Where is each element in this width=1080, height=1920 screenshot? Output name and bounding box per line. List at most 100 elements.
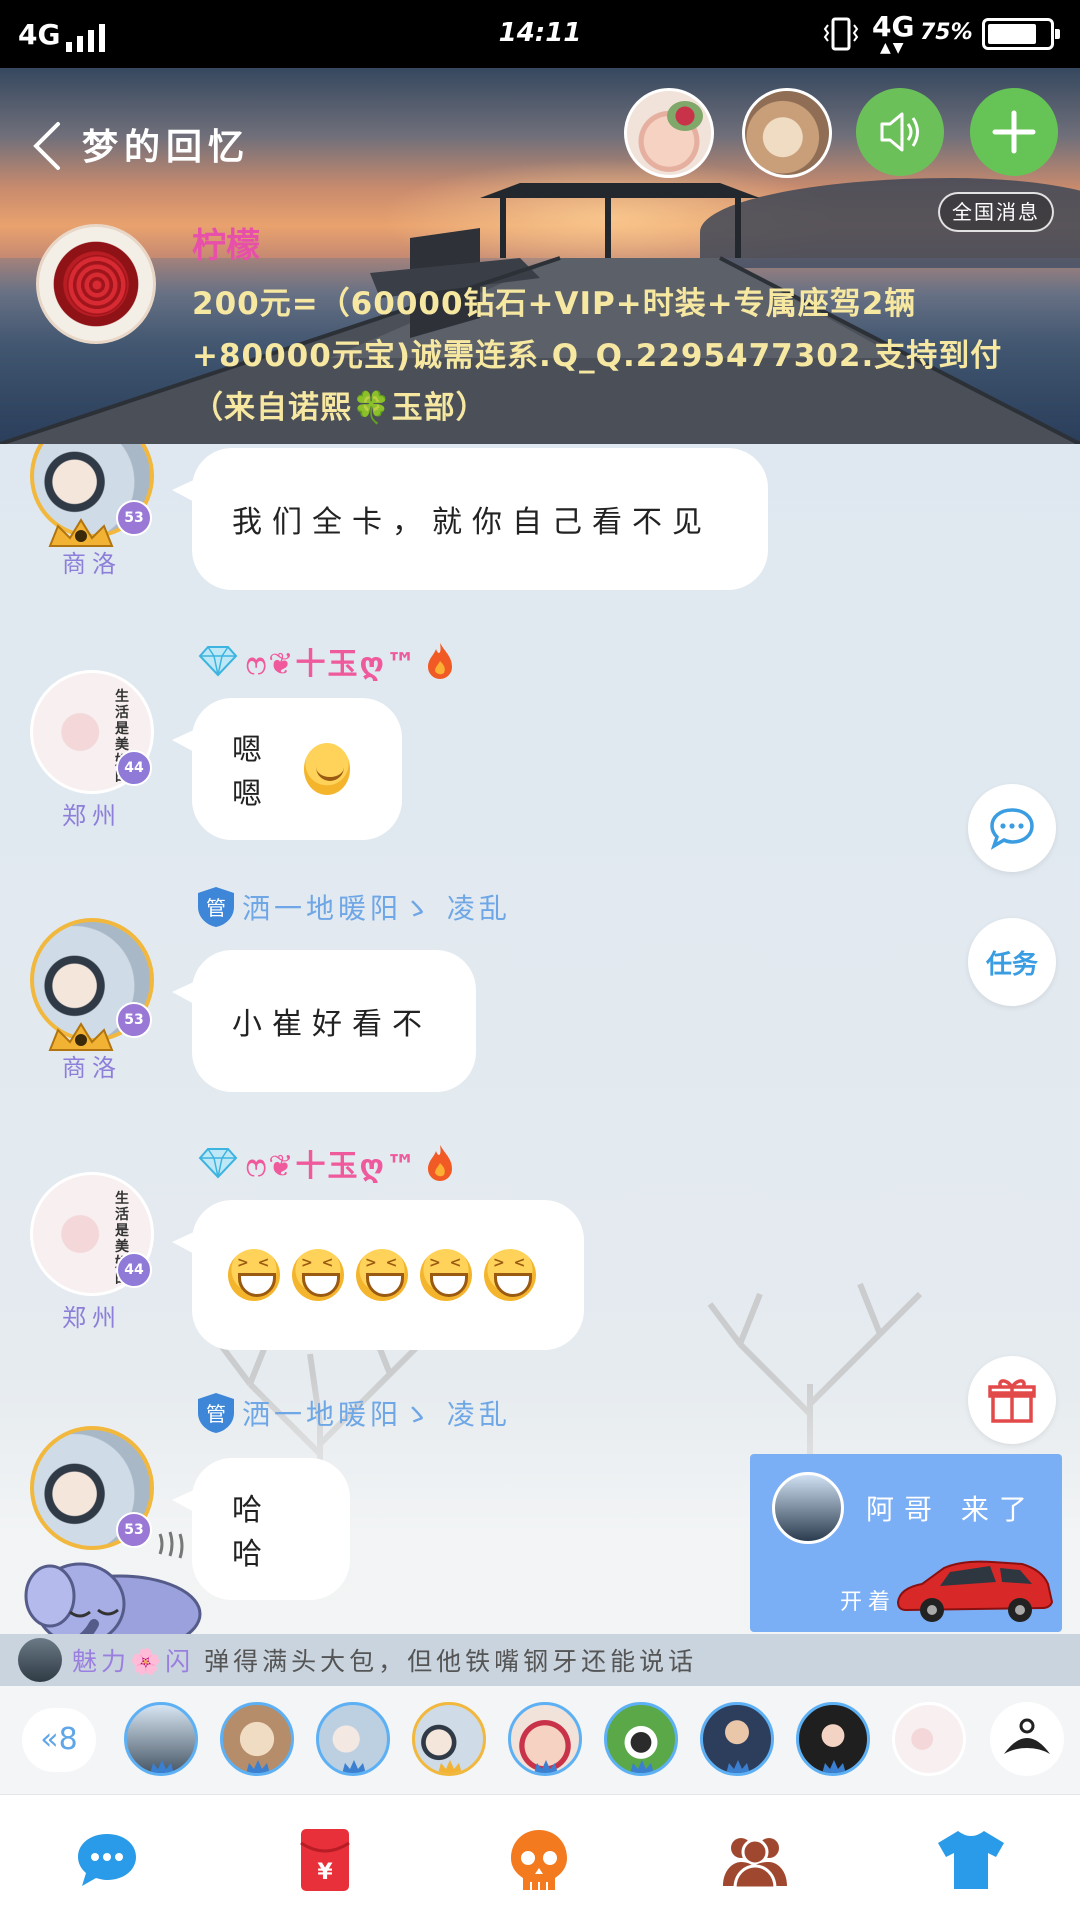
crown-badge-icon — [534, 1760, 558, 1773]
add-button[interactable] — [970, 88, 1058, 176]
level-badge: 53 — [116, 1002, 152, 1038]
level-badge: 44 — [116, 1252, 152, 1288]
notice-sender-name: 柠檬 — [192, 226, 260, 266]
crown-badge-icon — [438, 1760, 462, 1773]
notice-sender-avatar[interactable] — [36, 224, 156, 344]
online-user-avatar[interactable] — [604, 1702, 678, 1776]
online-user-avatar[interactable] — [700, 1702, 774, 1776]
back-icon[interactable] — [30, 120, 64, 172]
online-users-bar: «8 — [0, 1686, 1080, 1794]
smile-emoji-icon — [303, 743, 350, 795]
speaker-icon — [880, 112, 919, 152]
sender-city: 商洛 — [62, 550, 122, 578]
gift-icon — [988, 1379, 1036, 1423]
entry-drive-label: 开着 — [840, 1590, 897, 1615]
online-more-button[interactable] — [990, 1702, 1064, 1776]
svg-text:管: 管 — [206, 896, 226, 920]
message-sender[interactable]: ෆ❦十玉ღ™ — [196, 638, 456, 684]
svg-text:管: 管 — [206, 1402, 226, 1426]
costume-button[interactable] — [936, 1825, 1006, 1895]
online-user-avatar[interactable] — [892, 1702, 966, 1776]
task-button[interactable]: 任务 — [968, 918, 1056, 1006]
diamond-icon — [198, 1148, 238, 1179]
message-ticker[interactable]: 魅力🌸闪 弹得满头大包，但他铁嘴钢牙还能说话 — [0, 1634, 1080, 1686]
top-user-avatar-1[interactable] — [624, 88, 714, 178]
laugh-emoji-icon — [420, 1249, 472, 1301]
message-sender[interactable]: ෆ❦十玉ღ™ — [196, 1140, 456, 1186]
chat-bubble-button[interactable] — [968, 784, 1056, 872]
gift-button[interactable] — [968, 1356, 1056, 1444]
message-text: 哈哈 — [232, 1493, 272, 1572]
sender-name: 洒一地暖阳ゝ 凌乱 — [242, 1398, 511, 1431]
car-icon — [896, 1560, 1054, 1622]
admin-shield-icon: 管 — [198, 1393, 234, 1433]
chat-area[interactable]: 53 商洛 我们全卡，就你自己看不见 ෆ❦十玉ღ™ 44 郑州 嗯嗯 管 洒一地… — [0, 444, 1080, 1634]
room-header: 梦的回忆 全国消息 柠檬 200元=（60000钻石+VIP+时装+专属座驾2辆… — [0, 68, 1080, 444]
online-user-avatar[interactable] — [412, 1702, 486, 1776]
laugh-emoji-icon — [484, 1249, 536, 1301]
sender-city: 郑州 — [62, 1304, 122, 1332]
sender-name: ෆ❦十玉ღ™ — [246, 647, 418, 682]
entry-text: 阿哥 来了 — [866, 1493, 1037, 1526]
online-user-avatar[interactable] — [220, 1702, 294, 1776]
message-sender[interactable]: 管 洒一地暖阳ゝ 凌乱 — [196, 1390, 511, 1436]
level-badge: 53 — [116, 500, 152, 536]
svg-text:¥: ¥ — [317, 1860, 333, 1885]
message-text: 我们全卡，就你自己看不见 — [232, 505, 712, 540]
online-user-avatar[interactable] — [316, 1702, 390, 1776]
user-entry-notice[interactable]: 阿哥 来了 开着 — [750, 1454, 1062, 1632]
battery-percent: 75% — [920, 20, 973, 45]
plus-icon — [992, 110, 1036, 154]
sender-name: ෆ❦十玉ღ™ — [246, 1149, 418, 1184]
message-bubble[interactable] — [172, 1200, 584, 1350]
message-sender[interactable]: 管 洒一地暖阳ゝ 凌乱 — [196, 884, 511, 930]
admin-shield-icon: 管 — [198, 887, 234, 927]
chat-button[interactable] — [72, 1825, 142, 1895]
entry-user-avatar — [772, 1472, 844, 1544]
chat-icon — [78, 1834, 136, 1886]
laugh-emoji-icon — [356, 1249, 408, 1301]
online-count-button[interactable]: «8 — [22, 1708, 96, 1772]
notice-text: 200元=（60000钻石+VIP+时装+专属座驾2辆+80000元宝)诚需连系… — [192, 286, 1003, 426]
sender-city: 郑州 — [62, 802, 122, 830]
message-bubble[interactable]: 小崔好看不 — [172, 950, 476, 1092]
fire-icon — [427, 1145, 452, 1181]
red-envelope-button[interactable]: ¥ — [290, 1825, 360, 1895]
bottom-toolbar: ¥ — [0, 1794, 1080, 1920]
message-bubble[interactable]: 我们全卡，就你自己看不见 — [172, 448, 768, 590]
ticker-sender: 魅力🌸闪 — [72, 1647, 195, 1676]
room-title: 梦的回忆 — [82, 127, 251, 168]
message-text: 小崔好看不 — [232, 1007, 432, 1042]
crown-badge-icon — [246, 1760, 270, 1773]
level-badge: 44 — [116, 750, 152, 786]
skull-icon — [511, 1830, 567, 1890]
battery-icon — [982, 18, 1060, 50]
ticker-text: 弹得满头大包，但他铁嘴钢牙还能说话 — [204, 1647, 698, 1676]
message-bubble[interactable]: 嗯嗯 — [172, 698, 402, 840]
ticker-avatar — [18, 1638, 62, 1682]
national-message-button[interactable]: 全国消息 — [938, 192, 1054, 232]
fire-icon — [427, 643, 452, 679]
sound-button[interactable] — [856, 88, 944, 176]
skull-button[interactable] — [504, 1825, 574, 1895]
vibrate-icon — [823, 17, 859, 51]
crown-badge-icon — [726, 1760, 750, 1773]
crown-badge-icon — [822, 1760, 846, 1773]
clock: 14:11 — [498, 18, 582, 48]
friends-icon — [723, 1838, 787, 1890]
online-user-avatar[interactable] — [124, 1702, 198, 1776]
crown-badge-icon — [630, 1760, 654, 1773]
top-user-avatar-2[interactable] — [742, 88, 832, 178]
sender-name: 洒一地暖阳ゝ 凌乱 — [242, 892, 511, 925]
online-user-avatar[interactable] — [508, 1702, 582, 1776]
data-arrows-icon: ▲▼ — [880, 40, 906, 56]
friends-button[interactable] — [720, 1825, 790, 1895]
red-envelope-icon: ¥ — [300, 1829, 350, 1891]
message-bubble[interactable]: 哈哈 — [172, 1458, 350, 1600]
online-user-avatar[interactable] — [796, 1702, 870, 1776]
sender-city: 商洛 — [62, 1054, 122, 1082]
laugh-emoji-icon — [292, 1249, 344, 1301]
network-label: 4G — [872, 10, 915, 43]
status-bar: 4G 14:11 4G ▲▼ 75% — [0, 0, 1080, 68]
mascot-icon — [1004, 1718, 1050, 1754]
